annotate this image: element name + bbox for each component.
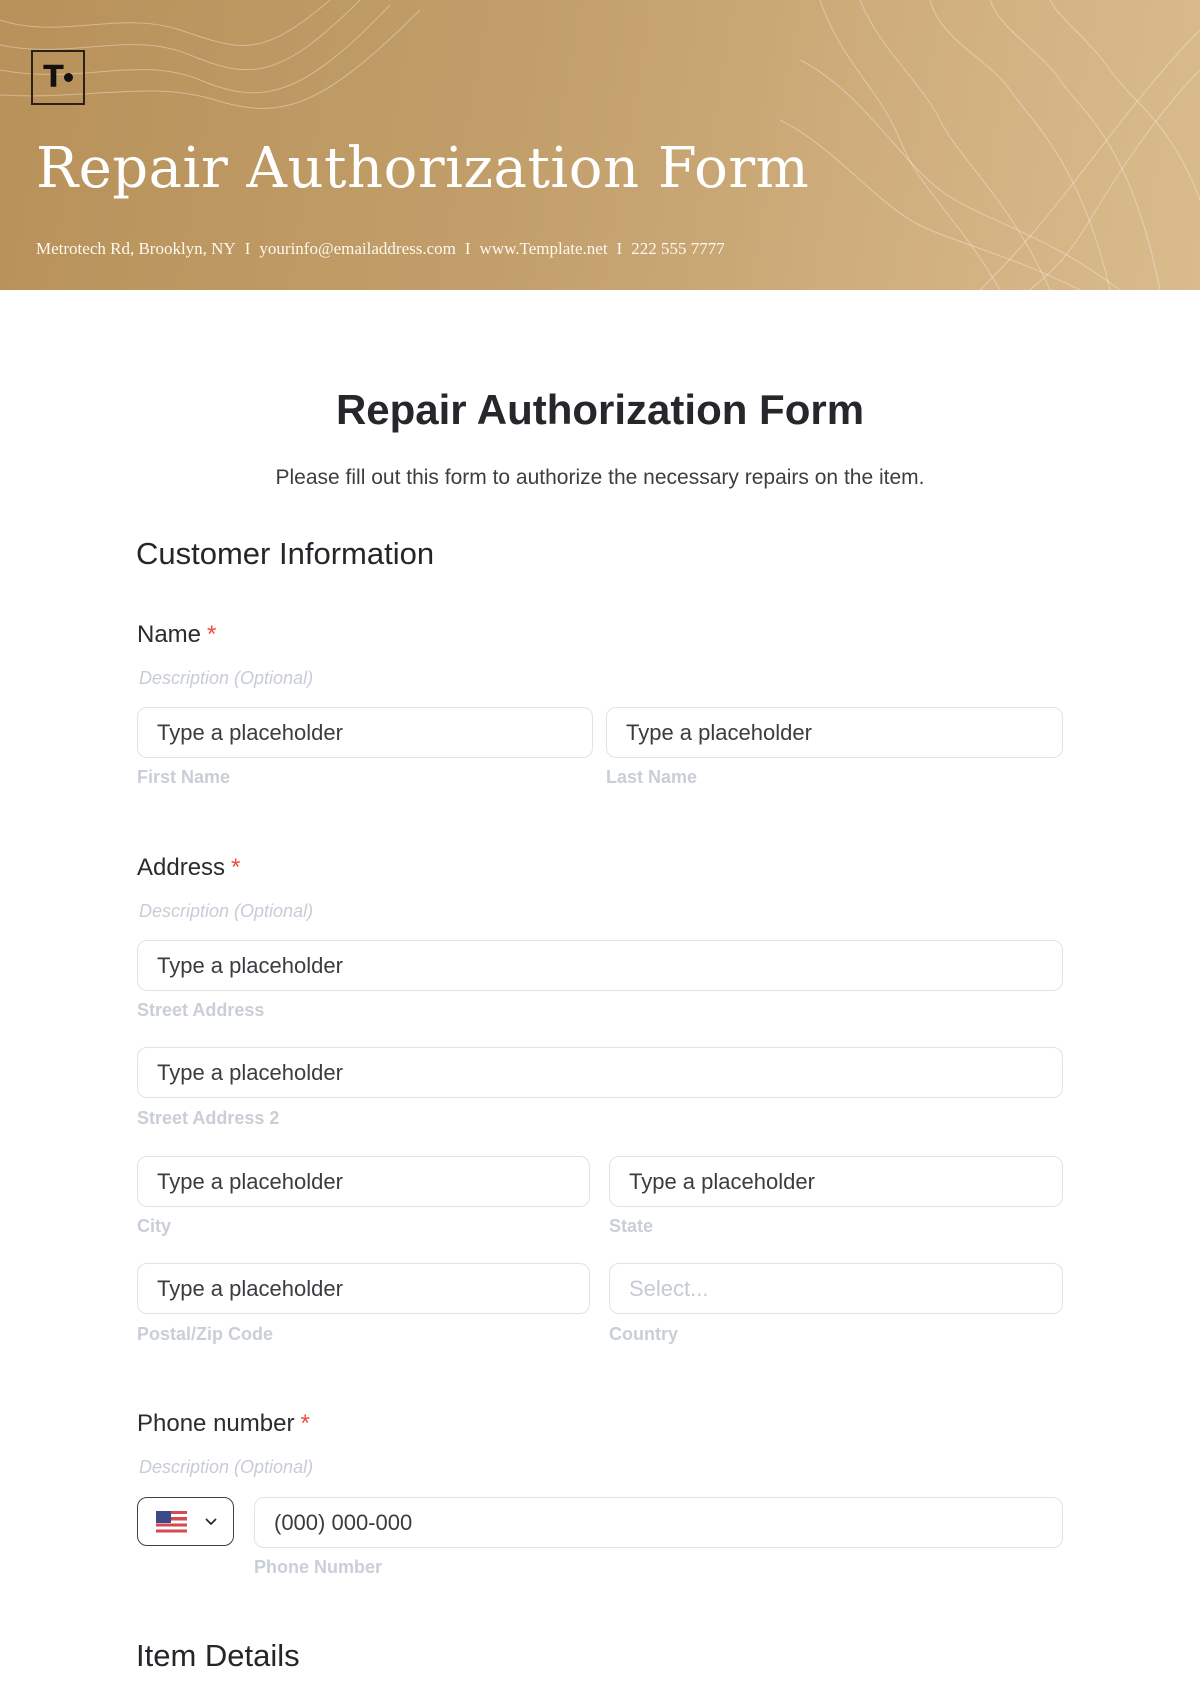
logo-dot-icon: [63, 73, 73, 82]
city-sublabel: City: [137, 1216, 172, 1236]
header-title: Repair Authorization Form: [36, 136, 810, 201]
header-banner: T Repair Authorization Form Metrotech Rd…: [0, 0, 1200, 290]
separator: I: [464, 239, 471, 258]
contact-phone: 222 555 7777: [631, 239, 725, 258]
brand-logo: T: [31, 50, 85, 105]
phone-label: Phone number *: [137, 1410, 310, 1438]
required-marker: *: [231, 854, 241, 881]
street-address-2-sublabel: Street Address 2: [137, 1108, 280, 1128]
name-label: Name *: [137, 621, 216, 649]
required-marker: *: [300, 1410, 310, 1437]
us-flag-icon: [156, 1510, 187, 1533]
state-input[interactable]: Type a placeholder: [609, 1156, 1063, 1207]
address-description[interactable]: Description (Optional): [139, 901, 313, 922]
street-address-input[interactable]: Type a placeholder: [137, 940, 1063, 991]
first-name-input[interactable]: Type a placeholder: [137, 707, 593, 758]
state-sublabel: State: [609, 1216, 654, 1236]
address-label-text: Address: [137, 854, 226, 881]
contact-website[interactable]: www.Template.net: [480, 239, 608, 258]
phone-description[interactable]: Description (Optional): [139, 1457, 313, 1478]
form-subtitle: Please fill out this form to authorize t…: [275, 466, 925, 489]
contact-address: Metrotech Rd, Brooklyn, NY: [36, 239, 236, 258]
chevron-down-icon: [203, 1514, 219, 1530]
country-sublabel: Country: [609, 1324, 678, 1344]
postal-code-sublabel: Postal/Zip Code: [137, 1324, 274, 1344]
country-select[interactable]: Select...: [609, 1263, 1063, 1314]
city-input[interactable]: Type a placeholder: [137, 1156, 590, 1207]
name-description[interactable]: Description (Optional): [139, 668, 313, 689]
name-label-text: Name: [137, 621, 202, 648]
logo-letter: T: [43, 59, 63, 95]
address-label: Address *: [137, 854, 240, 882]
last-name-input[interactable]: Type a placeholder: [606, 707, 1063, 758]
street-address-sublabel: Street Address: [137, 1000, 265, 1020]
section-title-customer-information: Customer Information: [136, 536, 435, 571]
last-name-sublabel: Last Name: [606, 767, 698, 787]
street-address-2-input[interactable]: Type a placeholder: [137, 1047, 1063, 1098]
contact-email[interactable]: yourinfo@emailaddress.com: [259, 239, 455, 258]
country-code-select[interactable]: [137, 1497, 234, 1546]
first-name-sublabel: First Name: [137, 767, 231, 787]
postal-code-input[interactable]: Type a placeholder: [137, 1263, 590, 1314]
phone-number-input[interactable]: (000) 000-000: [254, 1497, 1063, 1548]
required-marker: *: [207, 621, 217, 648]
phone-label-text: Phone number: [137, 1410, 295, 1437]
separator: I: [244, 239, 251, 258]
phone-number-sublabel: Phone Number: [254, 1557, 383, 1577]
section-title-item-details: Item Details: [136, 1638, 300, 1673]
form-title: Repair Authorization Form: [335, 386, 865, 433]
contact-line: Metrotech Rd, Brooklyn, NY Iyourinfo@emai…: [36, 239, 725, 259]
separator: I: [616, 239, 623, 258]
